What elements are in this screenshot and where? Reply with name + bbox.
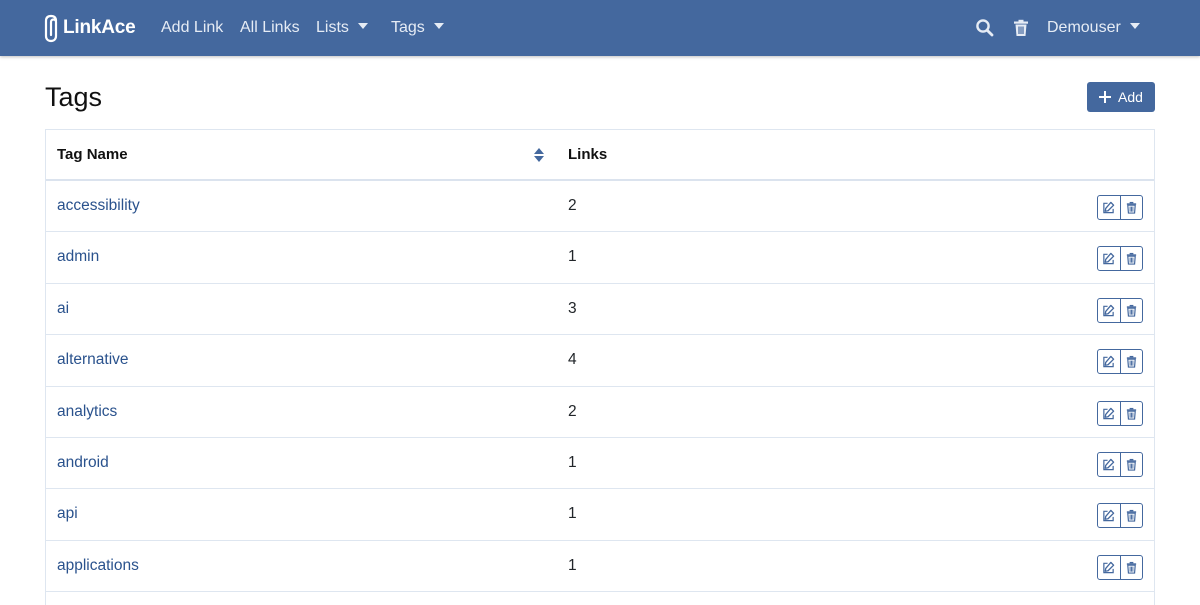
edit-icon: [1103, 510, 1115, 522]
trash-icon: [1126, 253, 1136, 266]
delete-tag-button[interactable]: [1119, 298, 1143, 322]
table-header: Tag Name Links: [46, 130, 1154, 181]
trash-icon: [1126, 356, 1136, 368]
delete-tag-button[interactable]: [1119, 452, 1143, 476]
page-title: Tags: [45, 82, 103, 112]
nav-add-link-label: Add Link: [161, 19, 224, 36]
row-actions: [1097, 297, 1143, 323]
delete-tag-button[interactable]: [1119, 504, 1143, 528]
plus-icon: [1099, 91, 1112, 103]
trash-icon[interactable]: [1011, 18, 1031, 38]
tag-link-count: 1: [568, 556, 577, 574]
user-menu-dropdown[interactable]: Demouser: [1047, 18, 1140, 38]
tag-name-link[interactable]: alternative: [57, 351, 129, 369]
edit-tag-button[interactable]: [1098, 299, 1120, 322]
caret-down-icon: [357, 23, 368, 29]
tag-name-link[interactable]: accessibility: [57, 197, 140, 215]
trash-icon: [1126, 201, 1136, 214]
trash-icon: [1126, 510, 1136, 523]
column-header-links: Links: [568, 146, 608, 163]
edit-icon: [1103, 355, 1115, 368]
row-actions: [1097, 451, 1143, 477]
edit-tag-button[interactable]: [1098, 504, 1120, 527]
tag-link-count: 3: [568, 299, 577, 317]
tag-link-count: 1: [568, 505, 577, 523]
trash-icon: [1126, 458, 1136, 471]
nav-lists-dropdown[interactable]: Lists: [316, 18, 368, 38]
nav-all-links[interactable]: All Links: [240, 18, 300, 38]
edit-icon: [1103, 253, 1115, 265]
edit-tag-button[interactable]: [1098, 453, 1120, 476]
trash-icon: [1126, 304, 1136, 317]
delete-tag-button[interactable]: [1119, 555, 1143, 579]
brand[interactable]: LinkAce: [44, 12, 136, 44]
row-actions: [1097, 349, 1143, 375]
nav-all-links-label: All Links: [240, 19, 300, 36]
edit-icon: [1103, 304, 1115, 316]
delete-tag-button[interactable]: [1119, 196, 1143, 219]
tag-name-link[interactable]: ai: [57, 300, 69, 318]
table-row: android 1: [46, 438, 1154, 490]
tag-link-count: 2: [568, 197, 577, 214]
nav-tags-dropdown[interactable]: Tags: [391, 18, 444, 38]
tag-name-link[interactable]: admin: [57, 248, 99, 266]
table-row: ai 3: [46, 284, 1154, 336]
user-name: Demouser: [1047, 19, 1121, 36]
trash-icon: [1126, 407, 1136, 420]
edit-icon: [1103, 561, 1115, 573]
table-row: api 1: [46, 489, 1154, 541]
table-row: applications 1: [46, 541, 1154, 593]
edit-icon: [1103, 201, 1115, 214]
edit-tag-button[interactable]: [1098, 196, 1120, 219]
nav-add-link[interactable]: Add Link: [161, 18, 223, 38]
edit-icon: [1103, 458, 1115, 471]
edit-tag-button[interactable]: [1098, 402, 1120, 425]
edit-icon: [1103, 407, 1115, 419]
delete-tag-button[interactable]: [1119, 350, 1143, 374]
tag-link-count: 2: [568, 402, 577, 420]
edit-tag-button[interactable]: [1098, 247, 1120, 270]
tag-name-link[interactable]: applications: [57, 557, 139, 575]
add-button-label: Add: [1118, 89, 1143, 105]
row-actions: [1097, 246, 1143, 272]
tag-name-link[interactable]: analytics: [57, 403, 117, 421]
column-header-tag-name[interactable]: Tag Name: [57, 146, 128, 163]
row-actions: [1097, 400, 1143, 426]
row-actions: [1097, 503, 1143, 529]
trash-icon: [1126, 561, 1136, 574]
tag-link-count: 4: [568, 351, 577, 369]
caret-down-icon: [433, 23, 444, 29]
table-row: analytics 2: [46, 387, 1154, 438]
row-actions: [1097, 195, 1143, 220]
table-row: alternative 4: [46, 335, 1154, 387]
tags-table: Tag Name Links accessibility 2 admin 1 ai 3 al…: [45, 129, 1155, 605]
delete-tag-button[interactable]: [1119, 247, 1143, 271]
row-actions: [1097, 554, 1143, 580]
tag-name-link[interactable]: api: [57, 505, 78, 523]
nav-tags-label: Tags: [391, 19, 425, 36]
add-tag-button[interactable]: Add: [1087, 82, 1155, 112]
sort-icon[interactable]: [533, 147, 545, 163]
nav-lists-label: Lists: [316, 19, 349, 36]
tag-name-link[interactable]: android: [57, 454, 109, 472]
delete-tag-button[interactable]: [1119, 401, 1143, 425]
table-row: admin 1: [46, 232, 1154, 284]
edit-tag-button[interactable]: [1098, 350, 1120, 373]
caret-down-icon: [1129, 23, 1140, 29]
table-row: accessibility 2: [46, 181, 1154, 233]
top-navbar: LinkAce Add Link All Links Lists Tags De…: [0, 0, 1200, 56]
table-body: accessibility 2 admin 1 ai 3 alternative 4 analy…: [46, 181, 1154, 593]
edit-tag-button[interactable]: [1098, 556, 1120, 579]
search-icon[interactable]: [975, 18, 995, 38]
paperclip-logo-icon: [44, 14, 58, 43]
brand-name: LinkAce: [63, 17, 136, 38]
tag-link-count: 1: [568, 453, 577, 471]
tag-link-count: 1: [568, 248, 577, 266]
